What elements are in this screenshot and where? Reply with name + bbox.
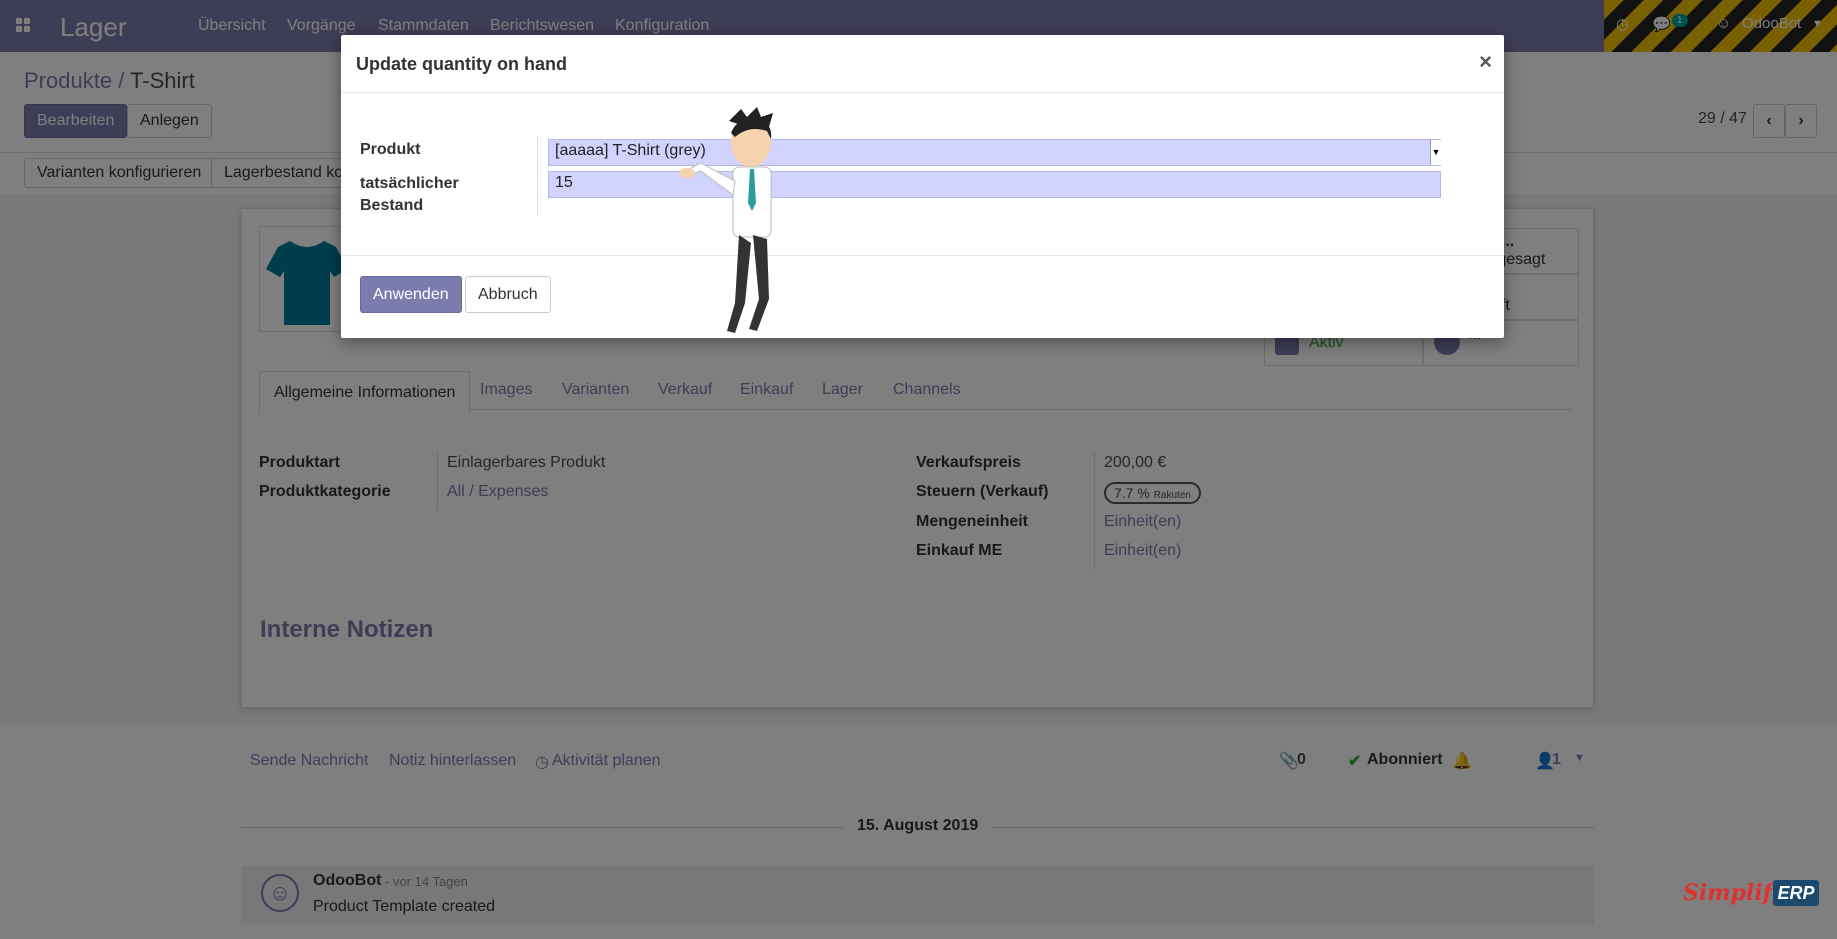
quantity-field-label: tatsächlicher Bestand	[360, 173, 459, 217]
cancel-button[interactable]: Abbruch	[465, 276, 551, 313]
dialog-title: Update quantity on hand	[356, 54, 567, 74]
product-field-label: Produkt	[360, 141, 421, 158]
simplify-erp-logo: Simplify ERP	[1683, 876, 1821, 910]
dialog-footer-divider	[341, 255, 1504, 256]
logo-text-erp: ERP	[1773, 880, 1819, 906]
update-quantity-dialog: Update quantity on hand × Produkt tatsäc…	[341, 35, 1504, 338]
mascot-character-icon	[679, 107, 773, 333]
dialog-field-divider	[537, 137, 538, 217]
logo-text-simplify: Simplify	[1683, 880, 1785, 906]
quantity-label-line1: tatsächlicher	[360, 175, 459, 192]
dialog-header: Update quantity on hand ×	[341, 35, 1504, 93]
quantity-label-line2: Bestand	[360, 197, 424, 214]
close-icon[interactable]: ×	[1479, 49, 1492, 75]
dropdown-caret-icon[interactable]: ▼	[1430, 140, 1441, 165]
apply-button[interactable]: Anwenden	[360, 276, 462, 313]
